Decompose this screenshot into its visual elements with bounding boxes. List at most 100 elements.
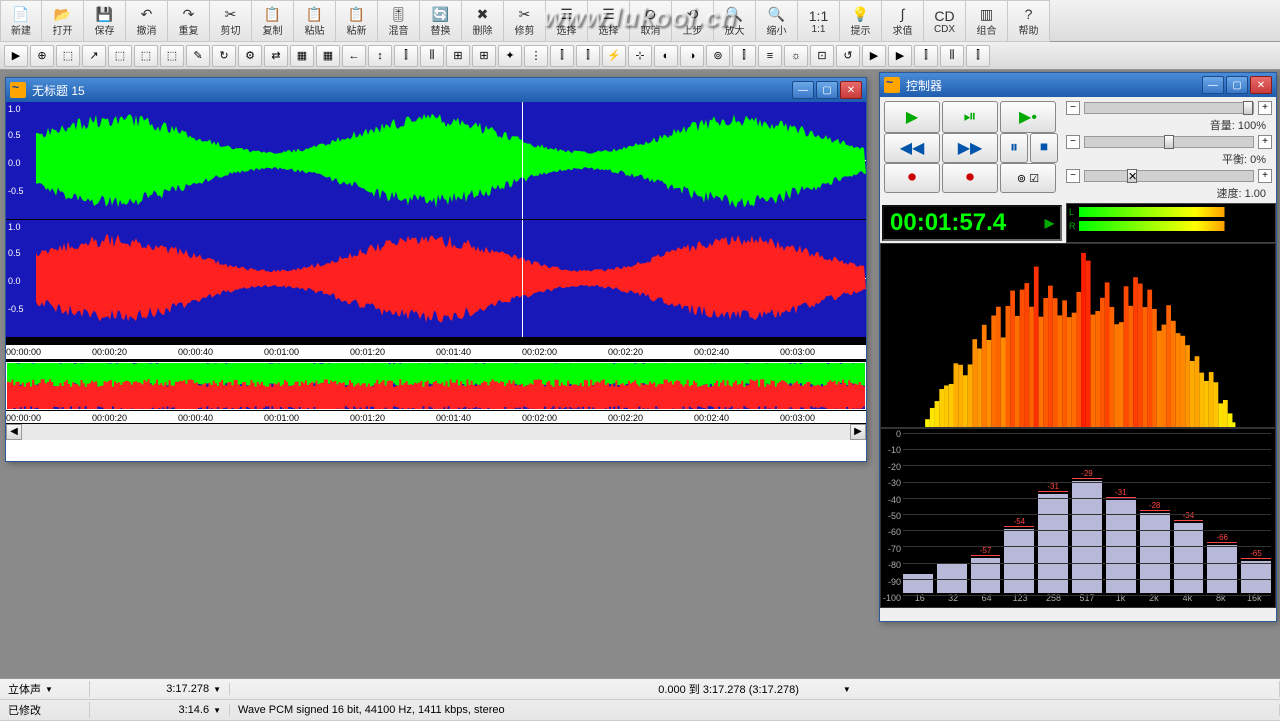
stop-button[interactable]: ⏹ — [1030, 133, 1058, 163]
toolbar-上步-button[interactable]: ⟲上步 — [672, 0, 714, 42]
play-selection-button[interactable]: ⏯ — [942, 101, 998, 133]
sec-tool-0[interactable]: ▶ — [4, 45, 28, 67]
volume-minus-button[interactable]: − — [1066, 101, 1080, 115]
sec-tool-28[interactable]: ⫿ — [732, 45, 756, 67]
toolbar-保存-button[interactable]: 💾保存 — [84, 0, 126, 42]
toolbar-选择-button[interactable]: ☰选择 — [588, 0, 630, 42]
forward-button[interactable]: ▶▶ — [942, 133, 998, 163]
main-timeline[interactable]: 00:00:0000:00:2000:00:4000:01:0000:01:20… — [6, 344, 866, 360]
minimize-button[interactable]: — — [792, 81, 814, 99]
sec-tool-16[interactable]: ⫼ — [420, 45, 444, 67]
sec-tool-11[interactable]: ▦ — [290, 45, 314, 67]
speed-slider[interactable]: ✕ — [1084, 170, 1254, 182]
scroll-left-button[interactable]: ◀ — [6, 424, 22, 440]
sec-tool-15[interactable]: ⫿ — [394, 45, 418, 67]
maximize-button[interactable]: ▢ — [816, 81, 838, 99]
sec-tool-32[interactable]: ↺ — [836, 45, 860, 67]
status-selection[interactable]: 0.000 到 3:17.278 (3:17.278)▼ — [230, 681, 1280, 697]
balance-plus-button[interactable]: + — [1258, 135, 1272, 149]
sec-tool-13[interactable]: ← — [342, 45, 366, 67]
waveform-channel-right[interactable]: 1.0 0.5 0.0 -0.5 — [6, 220, 866, 338]
sec-tool-18[interactable]: ⊞ — [472, 45, 496, 67]
sec-tool-25[interactable]: ◐ — [654, 45, 678, 67]
sec-tool-20[interactable]: ⋮ — [524, 45, 548, 67]
close-button[interactable]: ✕ — [840, 81, 862, 99]
status-position[interactable]: 3:14.6▼ — [90, 704, 230, 716]
speed-minus-button[interactable]: − — [1066, 169, 1080, 183]
status-duration[interactable]: 3:17.278▼ — [90, 683, 230, 695]
sec-tool-12[interactable]: ▦ — [316, 45, 340, 67]
play-button[interactable]: ▶ — [884, 101, 940, 133]
scroll-track[interactable] — [22, 424, 850, 440]
toolbar-打开-button[interactable]: 📂打开 — [42, 0, 84, 42]
sec-tool-26[interactable]: ◑ — [680, 45, 704, 67]
sec-tool-22[interactable]: ⫿ — [576, 45, 600, 67]
toolbar-选择-button[interactable]: ☰选择 — [546, 0, 588, 42]
controller-titlebar[interactable]: 控制器 — ▢ ✕ — [880, 73, 1276, 97]
playback-cursor[interactable] — [522, 102, 523, 219]
balance-slider[interactable] — [1084, 136, 1254, 148]
toolbar-1:1-button[interactable]: 1:11:1 — [798, 0, 840, 42]
toolbar-删除-button[interactable]: ✖删除 — [462, 0, 504, 42]
toolbar-缩小-button[interactable]: 🔍缩小 — [756, 0, 798, 42]
speed-plus-button[interactable]: + — [1258, 169, 1272, 183]
sec-tool-3[interactable]: ↗ — [82, 45, 106, 67]
overview-selection[interactable] — [6, 362, 866, 410]
record-button[interactable]: ⏺ — [884, 163, 940, 193]
status-mode[interactable]: 立体声▼ — [0, 681, 90, 697]
sec-tool-19[interactable]: ✦ — [498, 45, 522, 67]
toolbar-求值-button[interactable]: ∫求值 — [882, 0, 924, 42]
maximize-button[interactable]: ▢ — [1226, 76, 1248, 94]
sec-tool-7[interactable]: ✎ — [186, 45, 210, 67]
sec-tool-23[interactable]: ⚡ — [602, 45, 626, 67]
volume-plus-button[interactable]: + — [1258, 101, 1272, 115]
sec-tool-8[interactable]: ↻ — [212, 45, 236, 67]
sec-tool-21[interactable]: ⫿ — [550, 45, 574, 67]
toolbar-CDX-button[interactable]: CDCDX — [924, 0, 966, 42]
toolbar-撤消-button[interactable]: ↶撤消 — [126, 0, 168, 42]
pause-button[interactable]: ⏸ — [1000, 133, 1028, 163]
sec-tool-5[interactable]: ⬚ — [134, 45, 158, 67]
sec-tool-10[interactable]: ⇄ — [264, 45, 288, 67]
scroll-right-button[interactable]: ▶ — [850, 424, 866, 440]
overview-panel[interactable] — [6, 360, 866, 410]
toolbar-剪切-button[interactable]: ✂剪切 — [210, 0, 252, 42]
sec-tool-30[interactable]: ☼ — [784, 45, 808, 67]
audio-window-titlebar[interactable]: 无标题 15 — ▢ ✕ — [6, 78, 866, 102]
sec-tool-14[interactable]: ↕ — [368, 45, 392, 67]
toolbar-帮助-button[interactable]: ?帮助 — [1008, 0, 1050, 42]
toolbar-新建-button[interactable]: 📄新建 — [0, 0, 42, 42]
sec-tool-24[interactable]: ⊹ — [628, 45, 652, 67]
play-loop-button[interactable]: ▶• — [1000, 101, 1056, 133]
close-button[interactable]: ✕ — [1250, 76, 1272, 94]
waveform-channel-left[interactable]: 1.0 0.5 0.0 -0.5 — [6, 102, 866, 220]
sec-tool-31[interactable]: ⊡ — [810, 45, 834, 67]
sec-tool-6[interactable]: ⬚ — [160, 45, 184, 67]
playback-cursor[interactable] — [522, 220, 523, 337]
options-button[interactable]: ⊚ ☑ — [1000, 163, 1056, 193]
toolbar-替换-button[interactable]: 🔄替换 — [420, 0, 462, 42]
sec-tool-29[interactable]: ≡ — [758, 45, 782, 67]
toolbar-粘新-button[interactable]: 📋粘新 — [336, 0, 378, 42]
horizontal-scrollbar[interactable]: ◀ ▶ — [6, 424, 866, 440]
toolbar-重复-button[interactable]: ↷重复 — [168, 0, 210, 42]
sec-tool-9[interactable]: ⚙ — [238, 45, 262, 67]
rewind-button[interactable]: ◀◀ — [884, 133, 940, 163]
sec-tool-17[interactable]: ⊞ — [446, 45, 470, 67]
sec-tool-1[interactable]: ⊕ — [30, 45, 54, 67]
record-pause-button[interactable]: ⏺ — [942, 163, 998, 193]
toolbar-修剪-button[interactable]: ✂修剪 — [504, 0, 546, 42]
sec-tool-33[interactable]: ▶ — [862, 45, 886, 67]
sec-tool-27[interactable]: ⊚ — [706, 45, 730, 67]
toolbar-组合-button[interactable]: ▥组合 — [966, 0, 1008, 42]
toolbar-粘贴-button[interactable]: 📋粘贴 — [294, 0, 336, 42]
volume-slider[interactable] — [1084, 102, 1254, 114]
balance-minus-button[interactable]: − — [1066, 135, 1080, 149]
toolbar-提示-button[interactable]: 💡提示 — [840, 0, 882, 42]
toolbar-取消-button[interactable]: ⊘取消 — [630, 0, 672, 42]
overview-timeline[interactable]: 00:00:0000:00:2000:00:4000:01:0000:01:20… — [6, 410, 866, 424]
minimize-button[interactable]: — — [1202, 76, 1224, 94]
sec-tool-4[interactable]: ⬚ — [108, 45, 132, 67]
toolbar-混音-button[interactable]: 🎚混音 — [378, 0, 420, 42]
toolbar-放大-button[interactable]: 🔍放大 — [714, 0, 756, 42]
